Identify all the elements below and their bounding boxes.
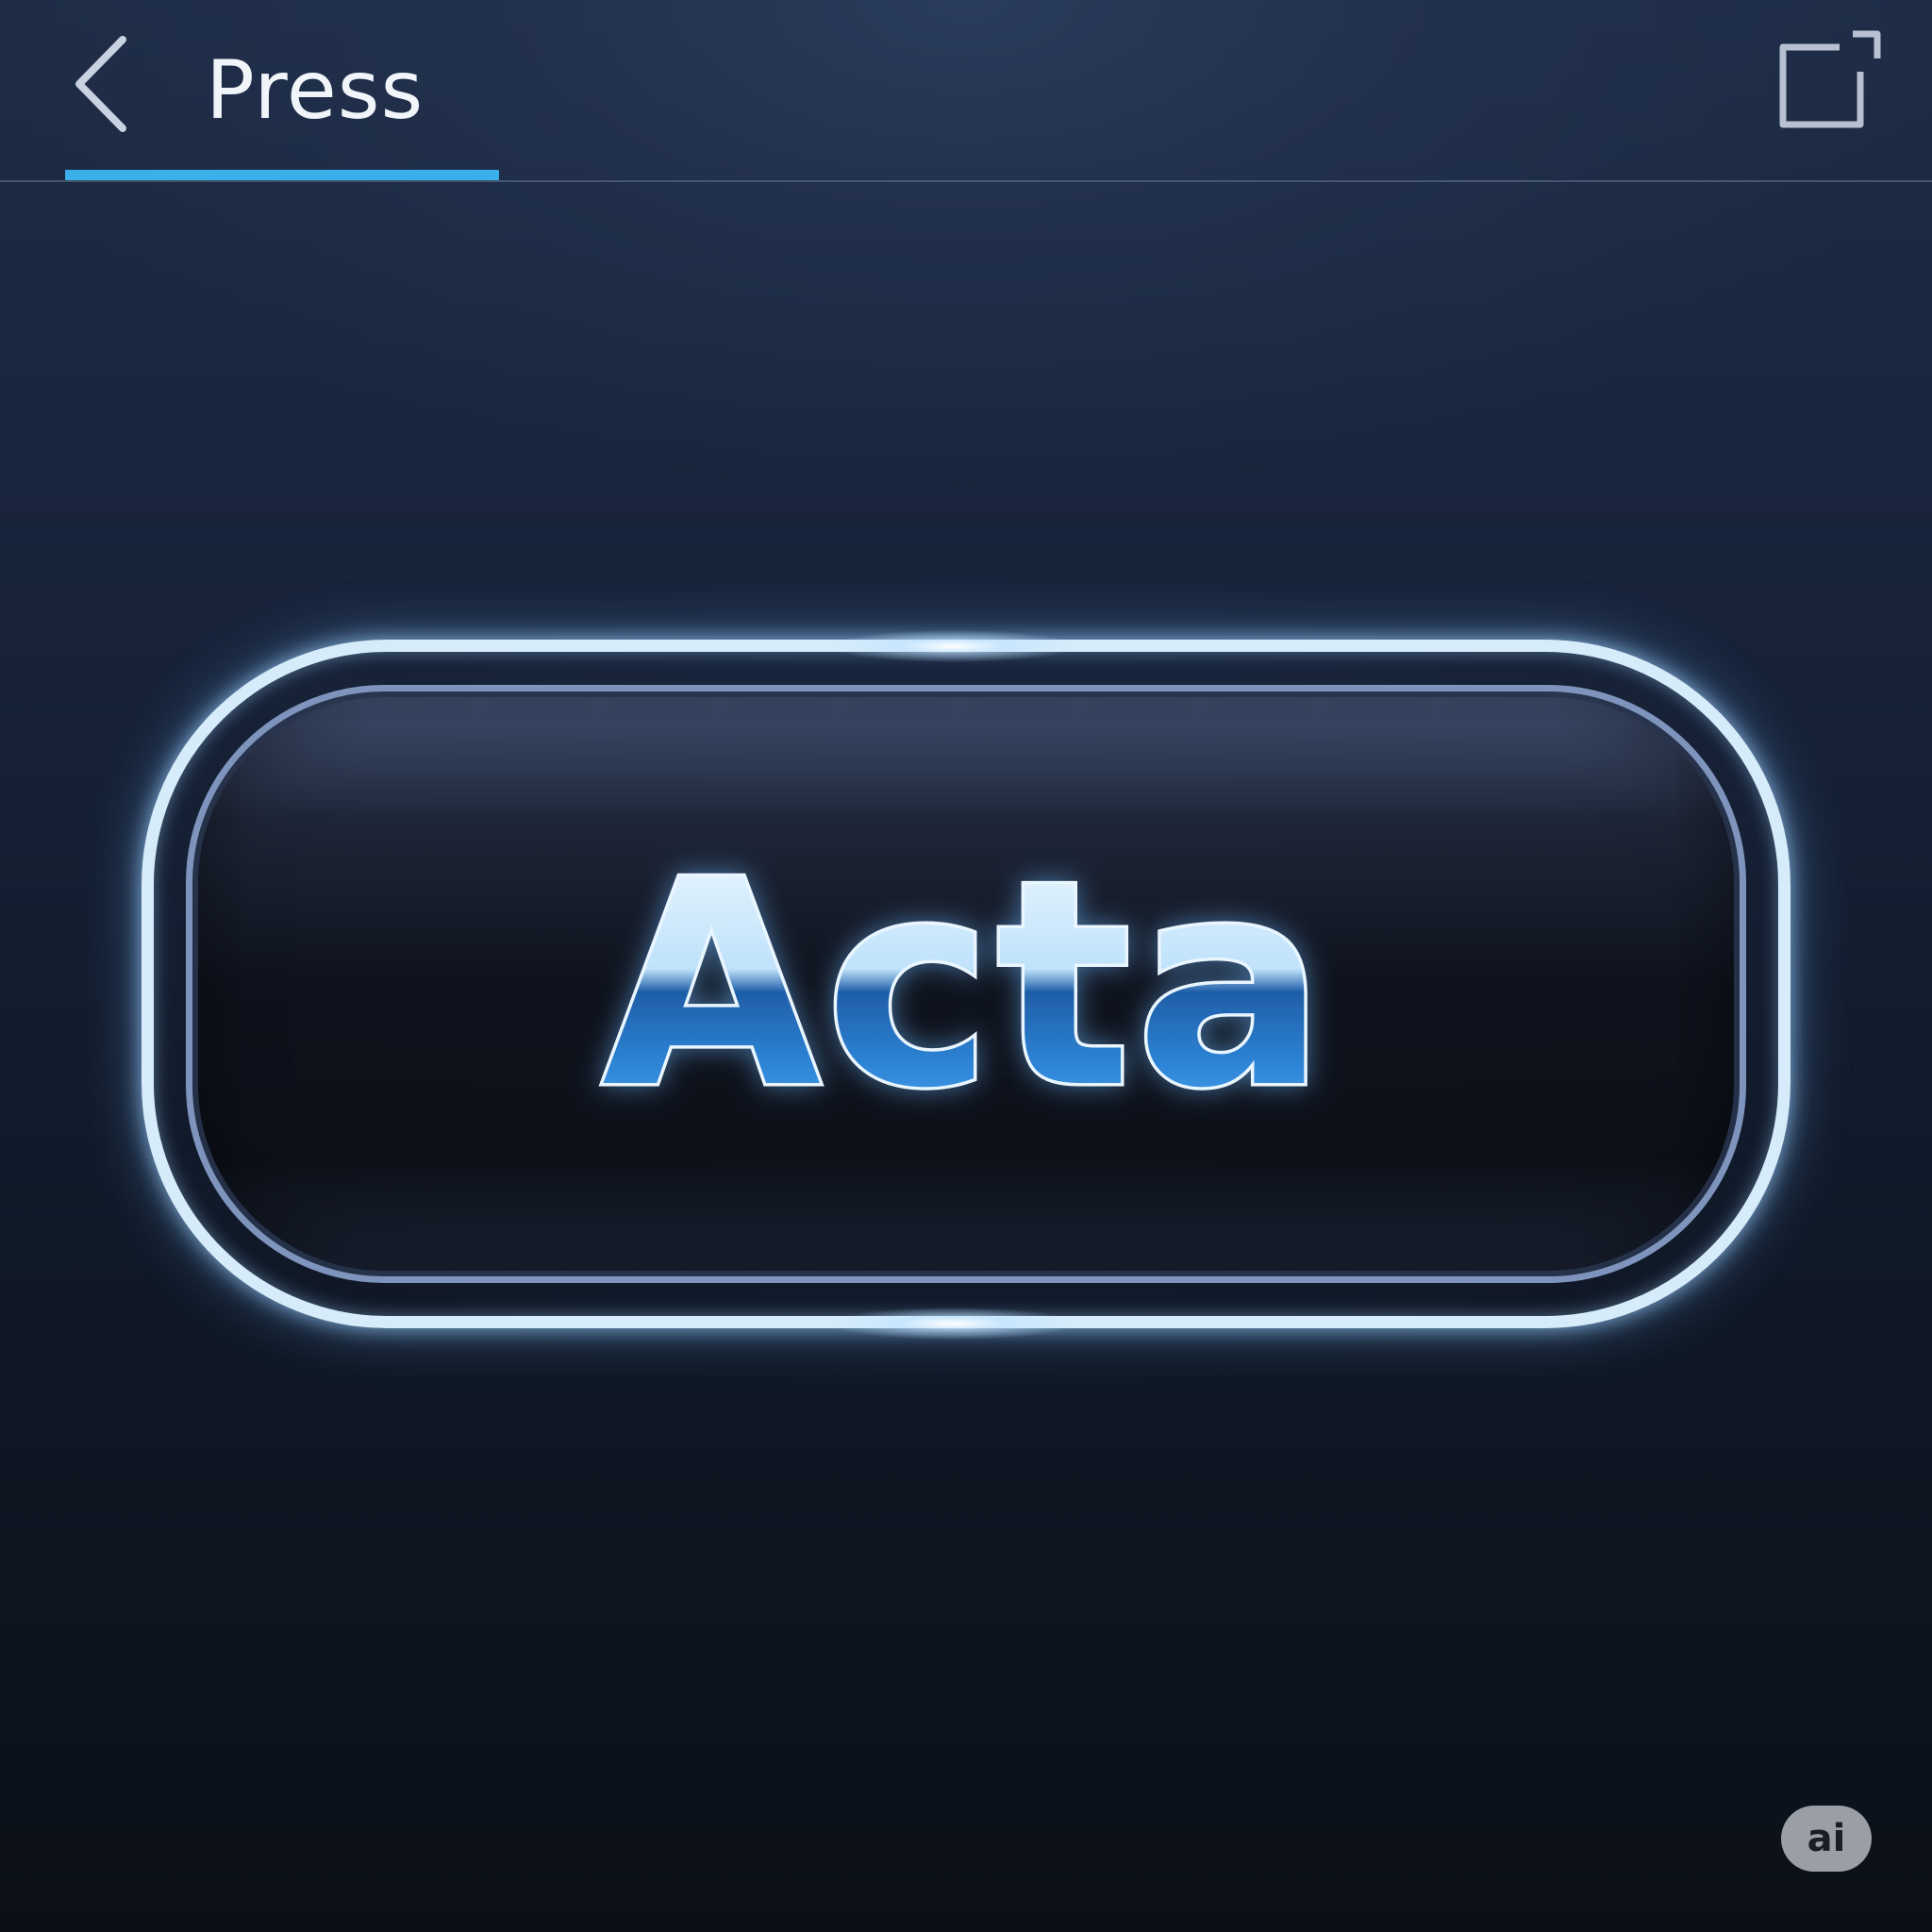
ai-badge: ai [1781, 1806, 1872, 1872]
active-tab-indicator [65, 170, 499, 180]
header-divider [0, 180, 1932, 182]
expand-icon [1779, 30, 1881, 128]
press-button[interactable] [142, 640, 1790, 1328]
top-app-bar: Press [0, 0, 1932, 182]
chevron-left-icon [75, 36, 126, 132]
page-title: Press [206, 43, 425, 138]
back-button[interactable] [64, 32, 140, 136]
expand-button[interactable] [1774, 26, 1887, 140]
